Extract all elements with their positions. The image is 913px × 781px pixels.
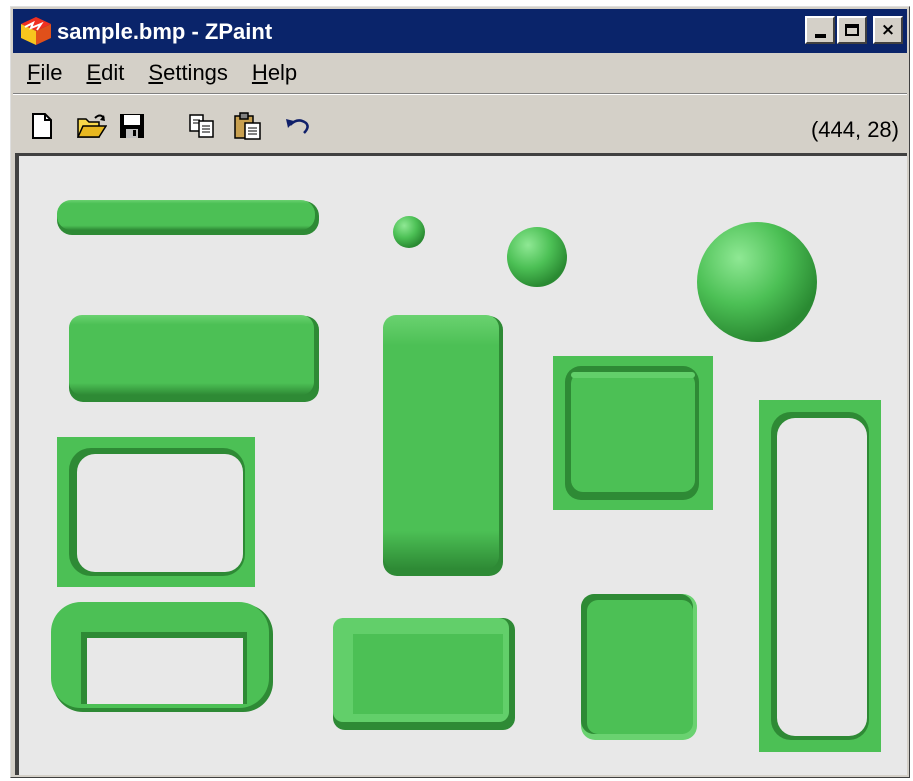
medium-sphere <box>507 227 567 287</box>
new-button[interactable] <box>27 111 57 141</box>
window-title: sample.bmp - ZPaint <box>57 19 273 44</box>
open-folder-icon <box>77 114 107 138</box>
open-button[interactable] <box>77 111 107 141</box>
paste-icon <box>234 112 261 140</box>
window-controls: × <box>805 16 903 44</box>
menu-bar: File Edit Settings Help <box>13 55 907 91</box>
hollow-rounded-ring <box>51 602 273 712</box>
save-disk-icon <box>120 114 144 138</box>
small-sphere <box>393 216 425 248</box>
undo-icon <box>286 119 309 134</box>
wide-raised-rectangle <box>69 315 319 402</box>
maximize-button[interactable] <box>837 16 867 44</box>
menu-edit[interactable]: Edit <box>86 60 124 86</box>
menu-help[interactable]: Help <box>252 60 297 86</box>
title-bar[interactable]: sample.bmp - ZPaint × <box>13 9 907 53</box>
thin-rounded-bar <box>57 200 319 235</box>
minimize-button[interactable] <box>805 16 835 44</box>
toolbar: (444, 28) <box>13 97 907 151</box>
close-icon: × <box>880 19 896 40</box>
undo-button[interactable] <box>283 111 313 141</box>
menu-settings[interactable]: Settings <box>148 60 228 86</box>
paste-button[interactable] <box>233 111 263 141</box>
menu-file[interactable]: File <box>27 60 62 86</box>
hollow-square-frame <box>57 437 255 587</box>
maximize-icon <box>845 24 859 36</box>
sunken-rectangle <box>581 594 697 740</box>
zpaint-app-icon <box>19 15 53 47</box>
cursor-coordinates: (444, 28) <box>810 117 899 142</box>
copy-button[interactable] <box>187 111 217 141</box>
menu-toolbar-divider <box>13 93 907 95</box>
app-window: sample.bmp - ZPaint × File Edit Settings… <box>10 6 910 778</box>
close-button[interactable]: × <box>873 16 903 44</box>
inset-square-panel <box>553 356 713 510</box>
tall-hollow-frame <box>759 400 881 752</box>
new-document-icon <box>32 113 52 139</box>
beveled-rectangle <box>333 618 515 730</box>
save-button[interactable] <box>117 111 147 141</box>
tall-raised-rectangle <box>383 315 503 576</box>
copy-icon <box>189 114 214 138</box>
large-sphere <box>697 222 817 342</box>
drawing-canvas[interactable] <box>15 153 907 775</box>
minimize-icon <box>814 33 826 38</box>
